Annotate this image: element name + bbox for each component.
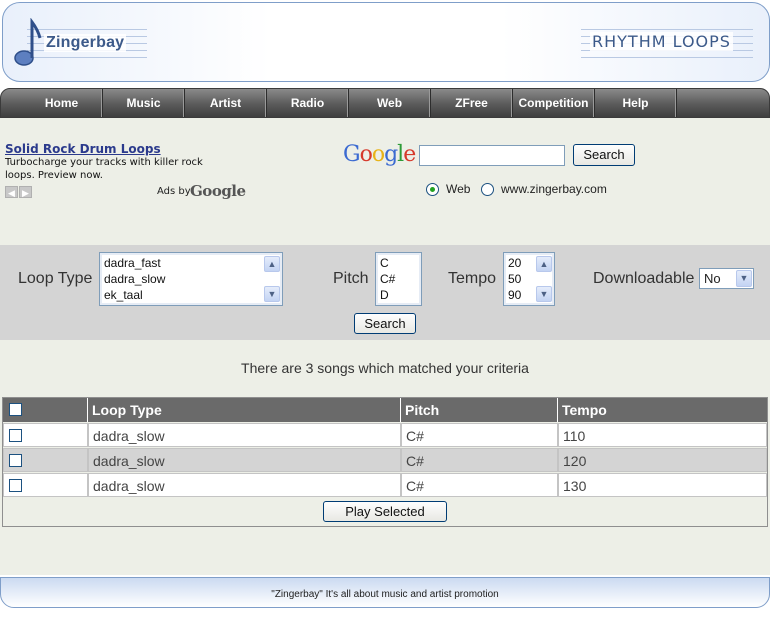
table-row bbox=[3, 448, 88, 472]
chevron-down-icon[interactable]: ▼ bbox=[736, 270, 752, 287]
ad-title-link[interactable]: Solid Rock Drum Loops bbox=[5, 142, 161, 156]
cell-tempo: 130 bbox=[558, 473, 767, 497]
ad-next-icon[interactable]: ▶ bbox=[19, 186, 32, 198]
table-row bbox=[3, 473, 88, 497]
cell-pitch: C# bbox=[401, 423, 558, 447]
music-note-icon bbox=[14, 18, 42, 66]
row-checkbox[interactable] bbox=[9, 429, 22, 442]
play-selected-button[interactable]: Play Selected bbox=[323, 501, 447, 522]
nav-music[interactable]: Music bbox=[103, 89, 185, 117]
nav-web[interactable]: Web bbox=[349, 89, 431, 117]
cell-pitch: C# bbox=[401, 448, 558, 472]
row-checkbox[interactable] bbox=[9, 454, 22, 467]
listbox-option[interactable]: D bbox=[380, 288, 389, 303]
scroll-down-icon[interactable]: ▼ bbox=[264, 286, 280, 302]
main-nav: Home Music Artist Radio Web ZFree Compet… bbox=[0, 88, 770, 118]
radio-zingerbay-label: www.zingerbay.com bbox=[501, 182, 607, 196]
ads-by-label: Ads by bbox=[157, 186, 191, 197]
header-select-all bbox=[3, 398, 88, 422]
page-title: RHYTHM LOOPS bbox=[590, 32, 733, 51]
cell-tempo: 110 bbox=[558, 423, 767, 447]
radio-web[interactable] bbox=[426, 183, 439, 196]
column-header-pitch[interactable]: Pitch bbox=[401, 398, 558, 422]
radio-zingerbay[interactable] bbox=[481, 183, 494, 196]
ad-description: Turbocharge your tracks with killer rock… bbox=[5, 157, 203, 181]
cell-loop-type: dadra_slow bbox=[88, 423, 401, 447]
google-search-button[interactable]: Search bbox=[573, 144, 635, 166]
listbox-option[interactable]: 90 bbox=[508, 288, 521, 303]
column-header-tempo[interactable]: Tempo bbox=[558, 398, 767, 422]
listbox-option[interactable]: C# bbox=[380, 272, 395, 287]
scroll-down-icon[interactable]: ▼ bbox=[536, 286, 552, 302]
nav-radio[interactable]: Radio bbox=[267, 89, 349, 117]
downloadable-value: No bbox=[704, 271, 721, 286]
tempo-listbox[interactable]: 20 50 90 ▲ ▼ bbox=[503, 252, 555, 306]
loop-type-label: Loop Type bbox=[18, 270, 93, 287]
listbox-option[interactable]: dadra_fast bbox=[104, 256, 161, 271]
scroll-up-icon[interactable]: ▲ bbox=[536, 256, 552, 272]
listbox-option[interactable]: C bbox=[380, 256, 389, 271]
listbox-option[interactable]: ek_taal bbox=[104, 288, 143, 303]
site-footer: "Zingerbay" It's all about music and art… bbox=[0, 577, 770, 608]
cell-tempo: 120 bbox=[558, 448, 767, 472]
pitch-listbox[interactable]: C C# D bbox=[375, 252, 422, 306]
listbox-option[interactable]: dadra_slow bbox=[104, 272, 165, 287]
nav-home[interactable]: Home bbox=[21, 89, 103, 117]
tempo-label: Tempo bbox=[448, 270, 497, 287]
cell-loop-type: dadra_slow bbox=[88, 448, 401, 472]
cell-loop-type: dadra_slow bbox=[88, 473, 401, 497]
nav-zfree[interactable]: ZFree bbox=[431, 89, 513, 117]
listbox-option[interactable]: 50 bbox=[508, 272, 521, 287]
radio-web-label: Web bbox=[446, 182, 471, 196]
loop-type-listbox[interactable]: dadra_fast dadra_slow ek_taal ▲ ▼ bbox=[99, 252, 283, 306]
result-count-text: There are 3 songs which matched your cri… bbox=[241, 360, 529, 376]
nav-competition[interactable]: Competition bbox=[513, 89, 595, 117]
downloadable-select[interactable]: No ▼ bbox=[699, 268, 754, 289]
column-header-loop-type[interactable]: Loop Type bbox=[88, 398, 401, 422]
google-search-input[interactable] bbox=[419, 145, 565, 166]
filter-search-button[interactable]: Search bbox=[354, 313, 416, 334]
downloadable-label: Downloadable bbox=[593, 270, 695, 287]
cell-pitch: C# bbox=[401, 473, 558, 497]
logo-text[interactable]: Zingerbay bbox=[44, 34, 127, 52]
row-checkbox[interactable] bbox=[9, 479, 22, 492]
google-logo: Google bbox=[343, 142, 416, 167]
ad-prev-icon[interactable]: ◀ bbox=[5, 186, 18, 198]
listbox-option[interactable]: 20 bbox=[508, 256, 521, 271]
ads-by-google-logo[interactable]: Google bbox=[190, 182, 246, 200]
pitch-label: Pitch bbox=[333, 270, 369, 287]
nav-artist[interactable]: Artist bbox=[185, 89, 267, 117]
nav-help[interactable]: Help bbox=[595, 89, 677, 117]
select-all-checkbox[interactable] bbox=[9, 403, 22, 416]
table-row bbox=[3, 423, 88, 447]
scroll-up-icon[interactable]: ▲ bbox=[264, 256, 280, 272]
